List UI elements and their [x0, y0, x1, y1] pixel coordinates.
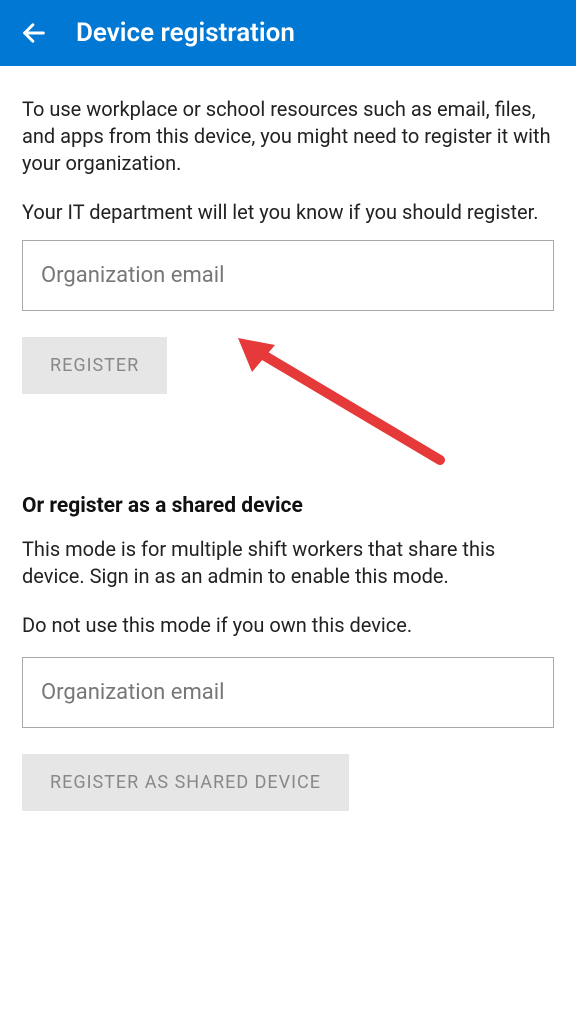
shared-device-warning: Do not use this mode if you own this dev… — [22, 612, 554, 639]
intro-paragraph-1: To use workplace or school resources suc… — [22, 96, 554, 177]
register-shared-device-button[interactable]: REGISTER AS SHARED DEVICE — [22, 754, 349, 811]
shared-device-title: Or register as a shared device — [22, 494, 554, 518]
main-content: To use workplace or school resources suc… — [0, 66, 576, 811]
register-button[interactable]: REGISTER — [22, 337, 167, 394]
shared-device-description: This mode is for multiple shift workers … — [22, 536, 554, 590]
page-title: Device registration — [76, 18, 295, 48]
app-header: Device registration — [0, 0, 576, 66]
intro-paragraph-2: Your IT department will let you know if … — [22, 199, 554, 226]
back-arrow-icon[interactable] — [20, 19, 48, 47]
shared-organization-email-field[interactable] — [22, 657, 554, 728]
organization-email-field[interactable] — [22, 240, 554, 311]
